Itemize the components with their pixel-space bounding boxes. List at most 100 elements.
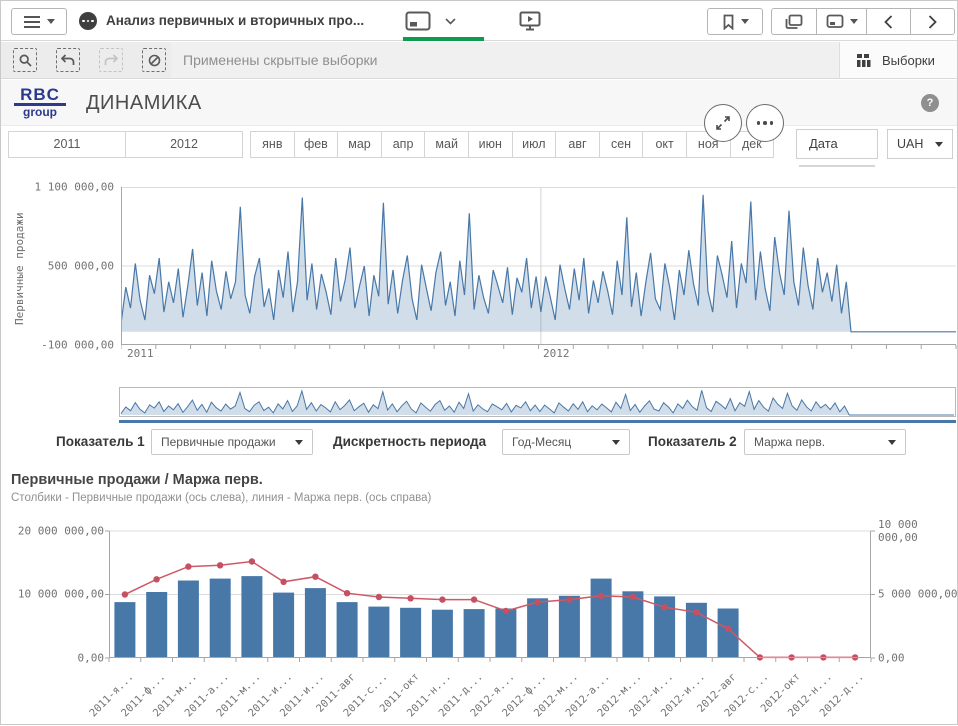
bar-2012-я...[interactable] bbox=[495, 609, 516, 659]
fullscreen-button[interactable] bbox=[704, 104, 742, 142]
bar-2011-ф...[interactable] bbox=[146, 592, 167, 658]
month-filter-янв[interactable]: янв bbox=[250, 131, 295, 158]
line-point-2011-ф...[interactable] bbox=[153, 576, 159, 582]
clear-selections-button[interactable] bbox=[142, 48, 166, 72]
combo-chart-title: Первичные продажи / Маржа перв. bbox=[11, 472, 263, 488]
period-dropdown[interactable]: Год-Месяц bbox=[502, 429, 630, 455]
line-point-2012-м...[interactable] bbox=[566, 596, 572, 602]
line-point-2012-и...[interactable] bbox=[661, 604, 667, 610]
bar-2011-я...[interactable] bbox=[114, 602, 135, 658]
line-point-2011-и...[interactable] bbox=[312, 574, 318, 580]
month-filter-мар[interactable]: мар bbox=[337, 131, 382, 158]
global-menu-button[interactable] bbox=[11, 8, 67, 35]
line-point-2012-я...[interactable] bbox=[503, 608, 509, 614]
bar-2012-авг[interactable] bbox=[718, 609, 739, 659]
month-filter-окт[interactable]: окт bbox=[642, 131, 687, 158]
main-ytick-mid: 500 000,00 bbox=[19, 260, 114, 273]
line-point-2011-н...[interactable] bbox=[439, 596, 445, 602]
bar-2011-д...[interactable] bbox=[464, 609, 485, 658]
line-point-2012-авг[interactable] bbox=[725, 626, 731, 632]
line-point-2012-и...[interactable] bbox=[693, 609, 699, 615]
app-options-icon[interactable] bbox=[79, 12, 97, 30]
line-point-2012-ф...[interactable] bbox=[534, 599, 540, 605]
indicator2-dropdown[interactable]: Маржа перв. bbox=[744, 429, 906, 455]
bookmarks-button[interactable] bbox=[707, 8, 763, 35]
logo-text-group: group bbox=[14, 106, 66, 119]
presentation-mode-icon[interactable] bbox=[519, 11, 541, 31]
bar-2011-и...[interactable] bbox=[273, 593, 294, 658]
sheet-selector[interactable] bbox=[405, 10, 485, 32]
month-filter-июл[interactable]: июл bbox=[512, 131, 557, 158]
month-filter-сен[interactable]: сен bbox=[599, 131, 644, 158]
line-point-2012-м...[interactable] bbox=[630, 594, 636, 600]
month-filter-авг[interactable]: авг bbox=[555, 131, 600, 158]
previous-sheet-button[interactable] bbox=[867, 8, 911, 35]
bar-2011-м...[interactable] bbox=[241, 576, 262, 658]
bar-2011-н...[interactable] bbox=[432, 610, 453, 658]
hidden-selections-message: Применены скрытые выборки bbox=[183, 42, 377, 78]
bar-2012-ф...[interactable] bbox=[527, 598, 548, 658]
chevron-left-icon bbox=[884, 15, 893, 29]
line-point-2012-а...[interactable] bbox=[598, 593, 604, 599]
bar-2011-м...[interactable] bbox=[178, 581, 199, 659]
page-title: ДИНАМИКА bbox=[86, 80, 202, 126]
line-point-2011-с...[interactable] bbox=[376, 594, 382, 600]
undo-arrow-icon bbox=[61, 54, 75, 66]
bar-2011-и...[interactable] bbox=[305, 588, 326, 658]
period-label: Дискретность периода bbox=[333, 429, 486, 455]
bar-2011-а...[interactable] bbox=[210, 579, 231, 658]
currency-value: UAH bbox=[897, 137, 923, 151]
line-point-2011-авг[interactable] bbox=[344, 590, 350, 596]
date-filter-input[interactable]: Дата bbox=[796, 129, 878, 159]
month-filter-фев[interactable]: фев bbox=[294, 131, 339, 158]
combo-chart-svg[interactable]: 2011-я...2011-ф...2011-м...2011-а...2011… bbox=[1, 516, 958, 726]
currency-dropdown[interactable]: UAH bbox=[887, 129, 953, 159]
smart-search-button[interactable] bbox=[13, 48, 37, 72]
more-options-button[interactable] bbox=[746, 104, 784, 142]
chart-scrollbar[interactable] bbox=[119, 420, 956, 423]
indicator2-label: Показатель 2 bbox=[648, 429, 737, 455]
main-chart-svg[interactable] bbox=[121, 187, 958, 353]
bar-2012-а...[interactable] bbox=[591, 579, 612, 658]
month-filter-апр[interactable]: апр bbox=[381, 131, 426, 158]
month-filter-июн[interactable]: июн bbox=[468, 131, 513, 158]
selections-label: Выборки bbox=[882, 53, 935, 68]
sheet-icon bbox=[405, 11, 431, 31]
bar-2012-м...[interactable] bbox=[559, 596, 580, 658]
bar-2011-с...[interactable] bbox=[368, 607, 389, 658]
next-sheet-button[interactable] bbox=[911, 8, 955, 35]
indicator1-value: Первичные продажи bbox=[161, 435, 276, 449]
year-filter-2012[interactable]: 2012 bbox=[125, 131, 243, 158]
line-point-2011-д...[interactable] bbox=[471, 596, 477, 602]
chevron-down-icon bbox=[935, 142, 943, 147]
sheet-view-dropdown-button[interactable] bbox=[817, 8, 867, 35]
indicator1-dropdown[interactable]: Первичные продажи bbox=[151, 429, 313, 455]
search-icon bbox=[19, 54, 32, 67]
bar-2011-окт[interactable] bbox=[400, 608, 421, 658]
logo-text-rbc: RBC bbox=[14, 86, 66, 106]
chevron-right-icon bbox=[928, 15, 937, 29]
selections-panel-button[interactable]: Выборки bbox=[839, 42, 957, 78]
selections-bar: Применены скрытые выборки Выборки bbox=[1, 42, 957, 79]
sheets-overview-button[interactable] bbox=[771, 8, 817, 35]
bar-2012-м...[interactable] bbox=[622, 591, 643, 658]
month-filter-май[interactable]: май bbox=[424, 131, 469, 158]
line-point-2011-м...[interactable] bbox=[249, 558, 255, 564]
line-point-2011-м...[interactable] bbox=[185, 563, 191, 569]
help-icon[interactable]: ? bbox=[921, 94, 939, 112]
bar-2011-авг[interactable] bbox=[337, 602, 358, 658]
line-point-2011-я...[interactable] bbox=[122, 591, 128, 597]
year-filter-2011[interactable]: 2011 bbox=[8, 131, 126, 158]
step-back-button[interactable] bbox=[56, 48, 80, 72]
line-point-2011-а...[interactable] bbox=[217, 562, 223, 568]
selection-tools bbox=[1, 42, 171, 78]
bookmark-icon bbox=[722, 14, 735, 30]
main-xtick-2011: 2011 bbox=[127, 347, 154, 360]
step-forward-button[interactable] bbox=[99, 48, 123, 72]
chevron-down-icon bbox=[445, 18, 456, 25]
line-point-2011-и...[interactable] bbox=[280, 579, 286, 585]
chart-range-navigator[interactable] bbox=[119, 387, 956, 417]
month-filter-list: янвфевмарапрмайиюниюлавгсеноктноядек bbox=[251, 131, 774, 158]
clear-circle-slash-icon bbox=[148, 54, 161, 67]
line-point-2011-окт[interactable] bbox=[407, 595, 413, 601]
